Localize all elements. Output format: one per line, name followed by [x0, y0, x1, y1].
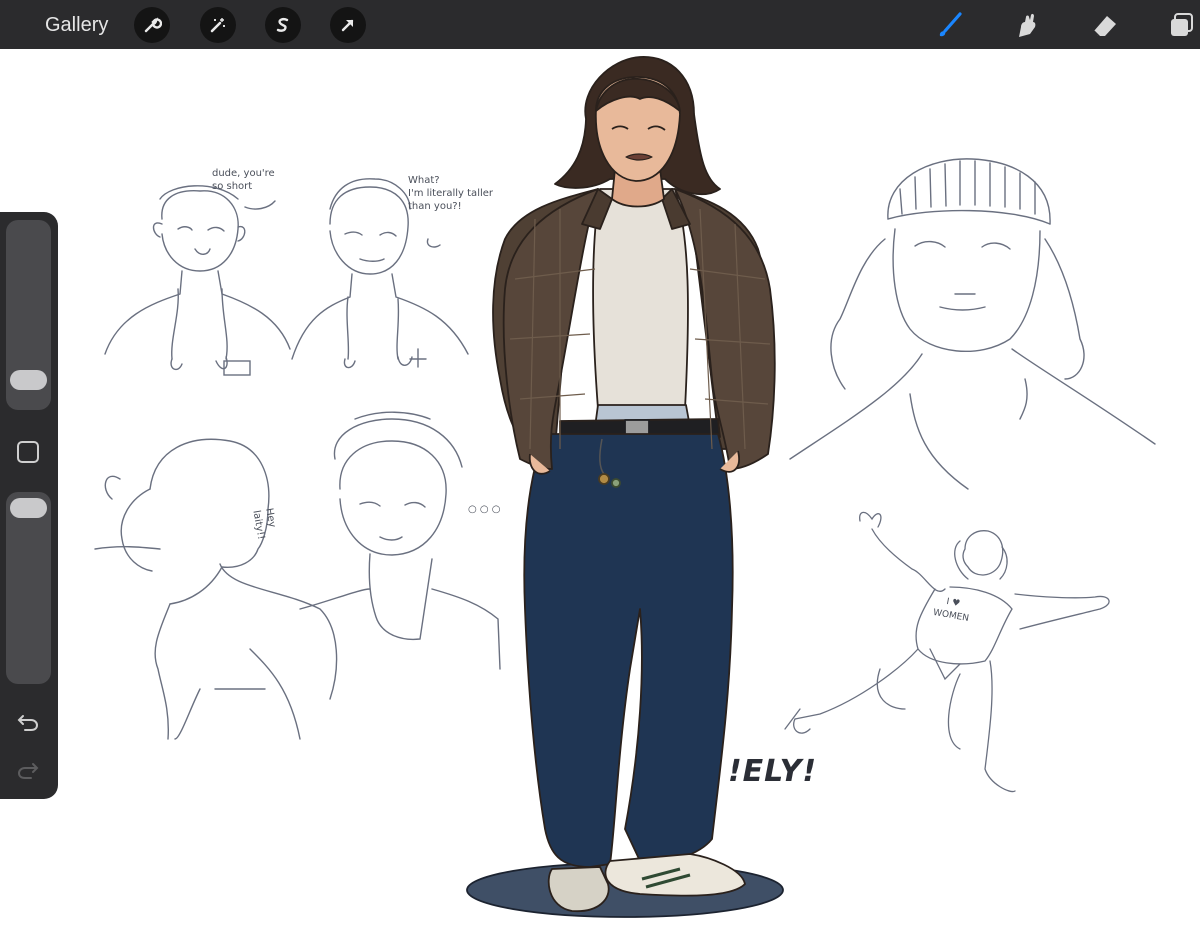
speech-note-short: dude, you're so short	[212, 168, 275, 192]
undo-icon[interactable]	[14, 709, 42, 735]
layers-icon[interactable]	[1162, 7, 1200, 43]
magic-wand-icon[interactable]	[200, 7, 236, 43]
sketch-group-top-right	[789, 158, 1156, 490]
drawing-canvas[interactable]: dude, you're so short What? I'm literall…	[0, 49, 1200, 928]
left-sidebar	[0, 212, 58, 799]
brush-size-thumb[interactable]	[10, 370, 47, 390]
redo-icon[interactable]	[14, 757, 42, 783]
artwork	[94, 56, 1156, 918]
brush-icon[interactable]	[930, 7, 968, 43]
sketch-group-bottom-right	[784, 511, 1110, 793]
sketch-group-bottom-left	[94, 411, 501, 740]
top-toolbar: Gallery	[0, 0, 1200, 49]
modify-square-icon[interactable]	[17, 441, 39, 463]
ellipsis-note: ○ ○ ○	[468, 504, 501, 515]
character-name-text: !ELY!	[728, 754, 818, 789]
opacity-thumb[interactable]	[10, 498, 47, 518]
transform-arrow-icon[interactable]	[330, 7, 366, 43]
opacity-slider[interactable]	[6, 492, 51, 684]
brush-size-slider[interactable]	[6, 220, 51, 410]
speech-note-taller: What? I'm literally taller than you?!	[408, 175, 494, 212]
gallery-button[interactable]: Gallery	[45, 12, 108, 38]
eraser-icon[interactable]	[1086, 7, 1124, 43]
selection-icon[interactable]	[265, 7, 301, 43]
smudge-icon[interactable]	[1008, 7, 1046, 43]
wrench-icon[interactable]	[134, 7, 170, 43]
